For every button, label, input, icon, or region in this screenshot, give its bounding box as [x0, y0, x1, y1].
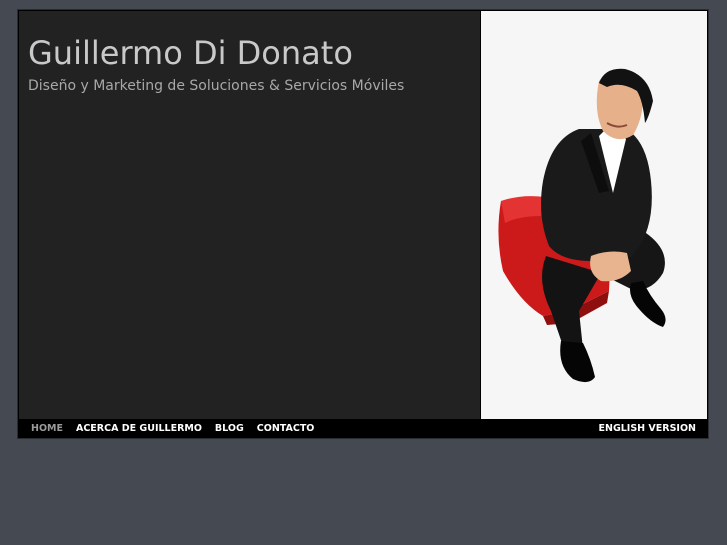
- nav-item-blog[interactable]: BLOG: [215, 419, 244, 438]
- main-navbar: HOME ACERCA DE GUILLERMO BLOG CONTACTO E…: [18, 419, 708, 438]
- nav-item-home[interactable]: HOME: [31, 419, 63, 438]
- site-tagline: Diseño y Marketing de Soluciones & Servi…: [28, 78, 405, 94]
- header-panel: Guillermo Di Donato Diseño y Marketing d…: [19, 11, 480, 419]
- nav-menu: HOME ACERCA DE GUILLERMO BLOG CONTACTO: [31, 419, 327, 438]
- nav-item-acerca-de-guillermo[interactable]: ACERCA DE GUILLERMO: [76, 419, 202, 438]
- site-frame: Guillermo Di Donato Diseño y Marketing d…: [17, 9, 709, 439]
- english-version-link[interactable]: ENGLISH VERSION: [599, 419, 697, 438]
- portrait-photo: [481, 11, 707, 419]
- site-title: Guillermo Di Donato: [28, 34, 353, 72]
- nav-item-contacto[interactable]: CONTACTO: [257, 419, 315, 438]
